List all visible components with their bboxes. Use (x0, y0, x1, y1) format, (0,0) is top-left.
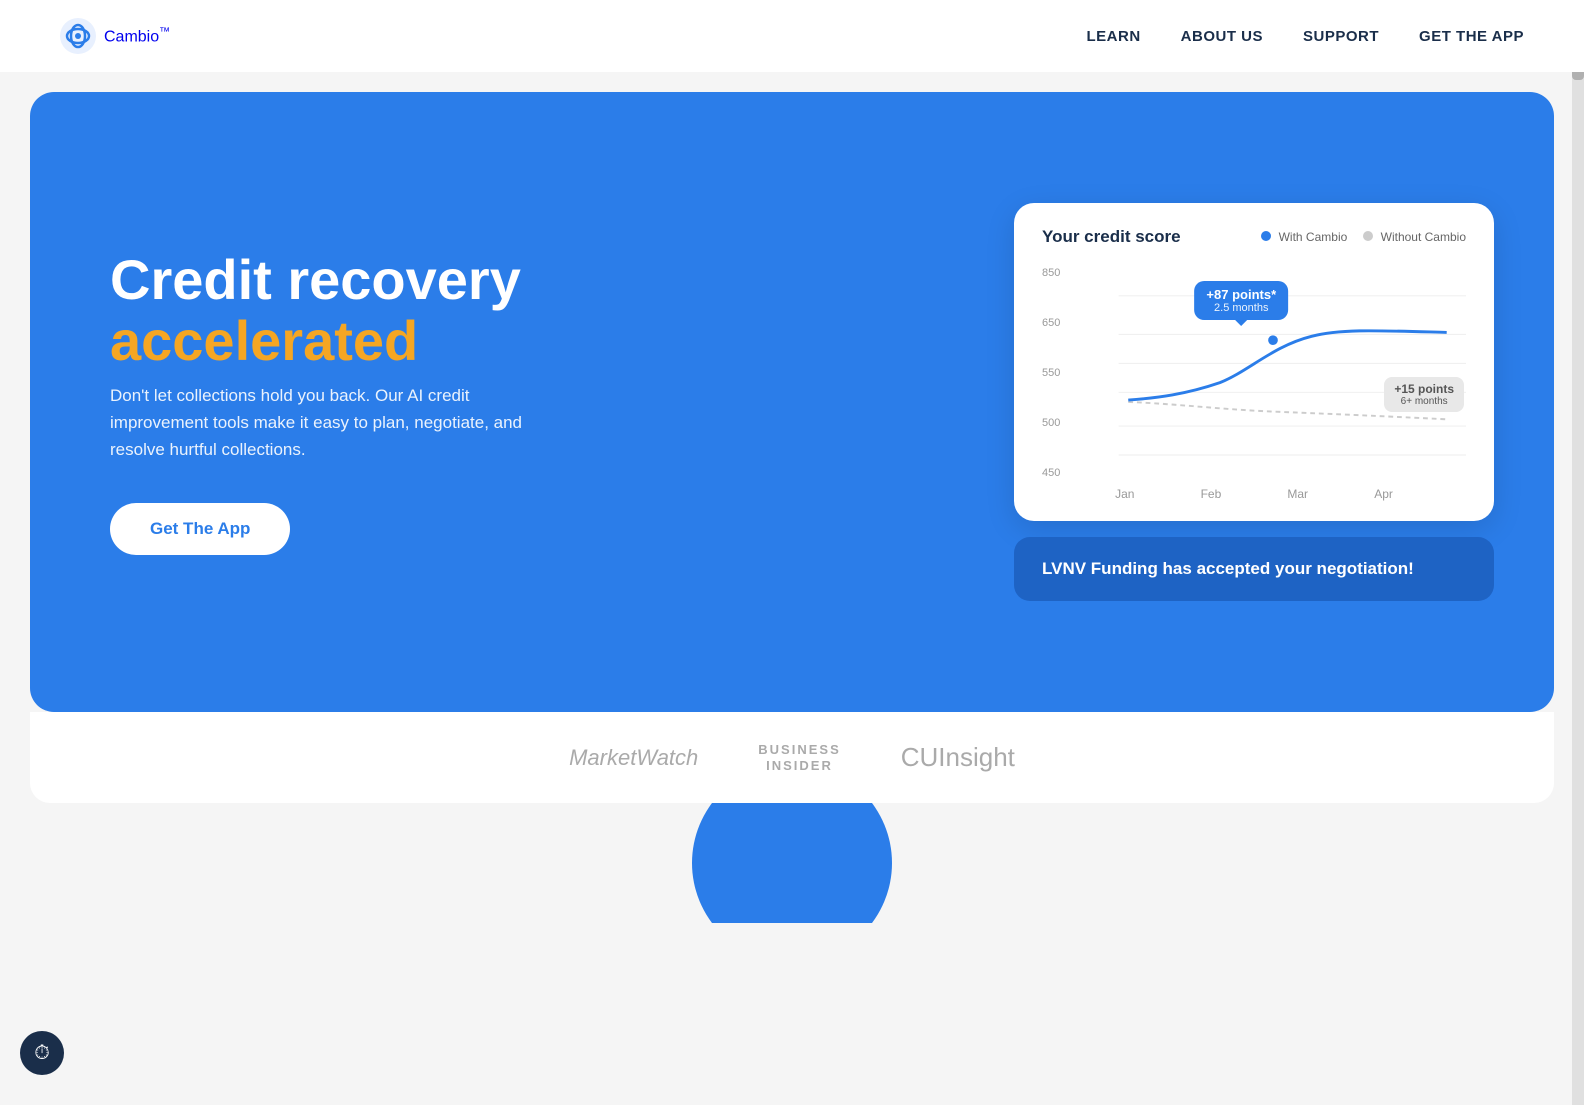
logo-brand-name: Cambio (104, 28, 159, 45)
negotiation-card: LVNV Funding has accepted your negotiati… (1014, 537, 1494, 601)
navbar: Cambio™ LEARN ABOUT US SUPPORT GET THE A… (0, 0, 1584, 72)
hero-section: Credit recovery accelerated Don't let co… (30, 92, 1554, 712)
nav-links: LEARN ABOUT US SUPPORT GET THE APP (1087, 28, 1525, 45)
tooltip-blue: +87 points* 2.5 months (1194, 281, 1288, 320)
hero-subtitle: Don't let collections hold you back. Our… (110, 382, 550, 464)
nav-about-us[interactable]: ABOUT US (1181, 28, 1263, 45)
press-section: MarketWatch BUSINESSINSIDER CUInsight (30, 712, 1554, 803)
legend-without-label: Without Cambio (1381, 230, 1466, 244)
hero-title-line2: accelerated (110, 309, 418, 372)
accessibility-icon: ⏱ (34, 1042, 50, 1065)
bottom-circle-section (0, 803, 1584, 923)
get-app-button[interactable]: Get The App (110, 503, 290, 555)
press-cuinsight: CUInsight (901, 742, 1015, 773)
chart-area: 850 650 550 500 450 (1042, 263, 1466, 483)
press-marketwatch: MarketWatch (569, 745, 698, 771)
hero-title-line1: Credit recovery (110, 248, 521, 311)
chart-card: Your credit score With Cambio Without Ca… (1014, 203, 1494, 521)
nav-support[interactable]: SUPPORT (1303, 28, 1379, 45)
legend-without-cambio: Without Cambio (1363, 230, 1466, 244)
chart-y-labels: 850 650 550 500 450 (1042, 263, 1078, 483)
tooltip-blue-main: +87 points* (1206, 287, 1276, 302)
logo-tm: ™ (159, 26, 170, 38)
legend-gray-dot (1363, 231, 1373, 241)
logo-icon (60, 18, 96, 54)
nav-get-app[interactable]: GET THE APP (1419, 28, 1524, 45)
logo[interactable]: Cambio™ (60, 18, 170, 54)
hero-left: Credit recovery accelerated Don't let co… (110, 249, 550, 556)
legend-with-cambio: With Cambio (1261, 230, 1347, 244)
hero-title: Credit recovery accelerated (110, 249, 550, 372)
nav-learn[interactable]: LEARN (1087, 28, 1141, 45)
tooltip-gray-sub: 6+ months (1394, 396, 1454, 407)
chart-title: Your credit score (1042, 227, 1181, 247)
legend-with-label: With Cambio (1279, 230, 1348, 244)
negotiation-text: LVNV Funding has accepted your negotiati… (1042, 559, 1414, 578)
legend-blue-dot (1261, 231, 1271, 241)
tooltip-gray: +15 points 6+ months (1384, 377, 1464, 412)
chart-header: Your credit score With Cambio Without Ca… (1042, 227, 1466, 247)
accessibility-widget[interactable]: ⏱ (20, 1031, 64, 1075)
hero-right: Your credit score With Cambio Without Ca… (1014, 203, 1494, 601)
press-business-insider: BUSINESSINSIDER (758, 742, 840, 773)
tooltip-gray-main: +15 points (1394, 382, 1454, 396)
scrollbar[interactable] (1572, 0, 1584, 1105)
tooltip-blue-sub: 2.5 months (1206, 302, 1276, 314)
chart-legend: With Cambio Without Cambio (1261, 230, 1466, 244)
chart-x-labels: Jan Feb Mar Apr (1042, 487, 1466, 501)
bottom-circle (692, 803, 892, 923)
logo-text: Cambio™ (104, 26, 170, 46)
